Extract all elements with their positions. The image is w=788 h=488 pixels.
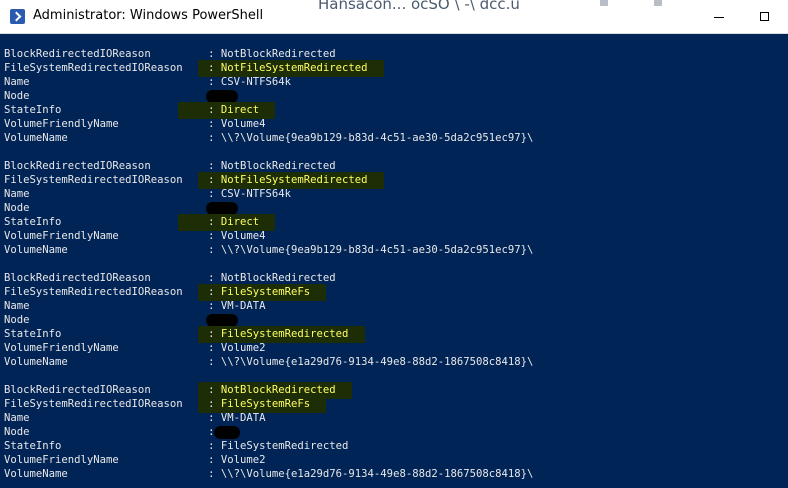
- output-line: VolumeName : \\?\Volume{9ea9b129-b83d-4c…: [4, 243, 533, 257]
- property-value: NotBlockRedirected: [220, 384, 336, 396]
- property-value: FileSystemRedirected: [220, 328, 349, 340]
- property-value: \\?\Volume{e1a29d76-9134-49e8-88d2-18675…: [220, 468, 534, 480]
- property-value: Volume4: [220, 118, 266, 130]
- property-value: \\?\Volume{9ea9b129-b83d-4c51-ae30-5da2c…: [220, 244, 534, 256]
- property-name: VolumeFriendlyName :: [4, 118, 221, 130]
- property-name: StateInfo :: [4, 104, 221, 116]
- background-window-mark: [654, 0, 662, 6]
- window-controls: [696, 0, 788, 34]
- output-line: VolumeFriendlyName : Volume2: [4, 453, 266, 467]
- property-value: Volume2: [220, 454, 266, 466]
- output-line: Node : 01: [4, 313, 234, 327]
- property-value: NotFileSystemRedirected: [220, 62, 368, 74]
- property-name: BlockRedirectedIOReason :: [4, 384, 221, 396]
- output-line: FileSystemRedirectedIOReason : NotFileSy…: [4, 173, 368, 187]
- output-line: VolumeName : \\?\Volume{e1a29d76-9134-49…: [4, 467, 533, 481]
- maximize-button[interactable]: [742, 0, 788, 34]
- property-name: Node :: [4, 90, 221, 102]
- property-value: Direct: [220, 216, 260, 228]
- output-line: Name : CSV-NTFS64k: [4, 75, 291, 89]
- property-value: CSV-NTFS64k: [220, 76, 292, 88]
- output-line: Node : 02: [4, 201, 234, 215]
- property-value: VM-DATA: [220, 300, 266, 312]
- property-name: BlockRedirectedIOReason :: [4, 160, 221, 172]
- output-line: VolumeFriendlyName : Volume2: [4, 341, 266, 355]
- powershell-window: Hansacon... ocSO \ -\ dcc.u Administrato…: [0, 0, 788, 488]
- property-value: Direct: [220, 104, 260, 116]
- output-line: Name : VM-DATA: [4, 411, 266, 425]
- property-value: NotBlockRedirected: [220, 272, 336, 284]
- output-line: BlockRedirectedIOReason : NotBlockRedire…: [4, 159, 336, 173]
- property-name: StateInfo :: [4, 440, 221, 452]
- powershell-icon: [10, 9, 25, 24]
- output-line: Node : 02: [4, 425, 234, 439]
- property-value: FileSystemReFs: [220, 398, 311, 410]
- output-line: FileSystemRedirectedIOReason : NotFileSy…: [4, 61, 368, 75]
- output-line: StateInfo : FileSystemRedirected: [4, 439, 348, 453]
- property-value: FileSystemRedirected: [220, 440, 349, 452]
- property-value: Volume4: [220, 230, 266, 242]
- property-value: \\?\Volume{9ea9b129-b83d-4c51-ae30-5da2c…: [220, 132, 534, 144]
- property-value: NotFileSystemRedirected: [220, 174, 368, 186]
- output-line: BlockRedirectedIOReason : NotBlockRedire…: [4, 271, 336, 285]
- output-line: VolumeName : \\?\Volume{e1a29d76-9134-49…: [4, 355, 533, 369]
- property-name: VolumeFriendlyName :: [4, 454, 221, 466]
- property-name: Node :: [4, 314, 221, 326]
- output-line: VolumeName : \\?\Volume{9ea9b129-b83d-4c…: [4, 131, 533, 145]
- output-line: StateInfo : Direct: [4, 215, 259, 229]
- window-title: Administrator: Windows PowerShell: [33, 8, 264, 23]
- output-line: FileSystemRedirectedIOReason : FileSyste…: [4, 397, 310, 411]
- property-value: CSV-NTFS64k: [220, 188, 292, 200]
- property-name: VolumeName :: [4, 468, 221, 480]
- property-name: FileSystemRedirectedIOReason :: [4, 286, 221, 298]
- output-line: Name : VM-DATA: [4, 299, 266, 313]
- property-name: Name :: [4, 76, 221, 88]
- property-name: FileSystemRedirectedIOReason :: [4, 174, 221, 186]
- property-name: Node :: [4, 426, 221, 438]
- maximize-icon: [760, 12, 769, 21]
- property-name: VolumeName :: [4, 132, 221, 144]
- console-output[interactable]: BlockRedirectedIOReason : NotBlockRedire…: [0, 34, 788, 488]
- property-name: VolumeName :: [4, 244, 221, 256]
- property-name: VolumeFriendlyName :: [4, 230, 221, 242]
- property-value: Volume2: [220, 342, 266, 354]
- minimize-icon: [714, 17, 724, 18]
- output-line: VolumeFriendlyName : Volume4: [4, 229, 266, 243]
- property-value: FileSystemReFs: [220, 286, 311, 298]
- output-line: BlockRedirectedIOReason : NotBlockRedire…: [4, 383, 336, 397]
- title-bar[interactable]: Hansacon... ocSO \ -\ dcc.u Administrato…: [0, 0, 788, 34]
- property-name: BlockRedirectedIOReason :: [4, 48, 221, 60]
- property-value: NotBlockRedirected: [220, 160, 336, 172]
- property-value: \\?\Volume{e1a29d76-9134-49e8-88d2-18675…: [220, 356, 534, 368]
- property-name: FileSystemRedirectedIOReason :: [4, 62, 221, 74]
- property-name: BlockRedirectedIOReason :: [4, 272, 221, 284]
- output-line: StateInfo : FileSystemRedirected: [4, 327, 348, 341]
- output-line: Name : CSV-NTFS64k: [4, 187, 291, 201]
- background-window-title: Hansacon... ocSO \ -\ dcc.u: [318, 0, 520, 13]
- property-name: FileSystemRedirectedIOReason :: [4, 398, 221, 410]
- property-name: VolumeFriendlyName :: [4, 342, 221, 354]
- property-name: Name :: [4, 412, 221, 424]
- property-name: VolumeName :: [4, 356, 221, 368]
- minimize-button[interactable]: [696, 0, 742, 34]
- output-line: BlockRedirectedIOReason : NotBlockRedire…: [4, 47, 336, 61]
- property-value: NotBlockRedirected: [220, 48, 336, 60]
- background-window-mark: [600, 0, 608, 6]
- property-name: Node :: [4, 202, 221, 214]
- property-name: StateInfo :: [4, 328, 221, 340]
- property-name: StateInfo :: [4, 216, 221, 228]
- redaction-mark: [214, 426, 240, 439]
- output-line: VolumeFriendlyName : Volume4: [4, 117, 266, 131]
- output-line: StateInfo : Direct: [4, 103, 259, 117]
- output-line: FileSystemRedirectedIOReason : FileSyste…: [4, 285, 310, 299]
- property-name: Name :: [4, 188, 221, 200]
- output-line: Node : 01: [4, 89, 234, 103]
- property-name: Name :: [4, 300, 221, 312]
- property-value: VM-DATA: [220, 412, 266, 424]
